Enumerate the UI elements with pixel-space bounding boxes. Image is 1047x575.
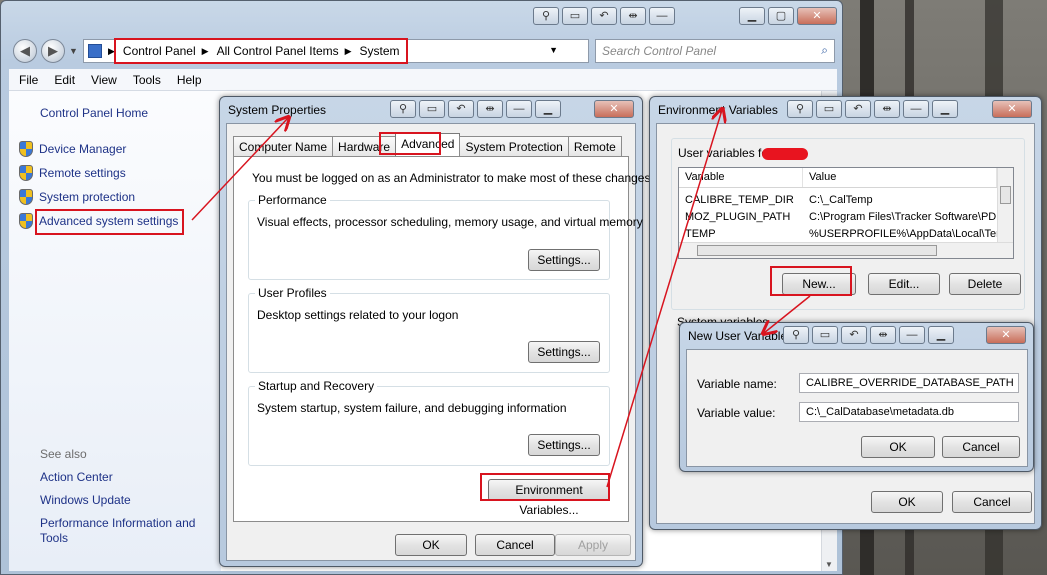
- arrow-to-system-properties: [191, 118, 288, 221]
- arrow-to-new-user-variable: [764, 295, 811, 333]
- annotation-arrows: [191, 0, 811, 488]
- arrow-to-environment-variables: [606, 110, 722, 488]
